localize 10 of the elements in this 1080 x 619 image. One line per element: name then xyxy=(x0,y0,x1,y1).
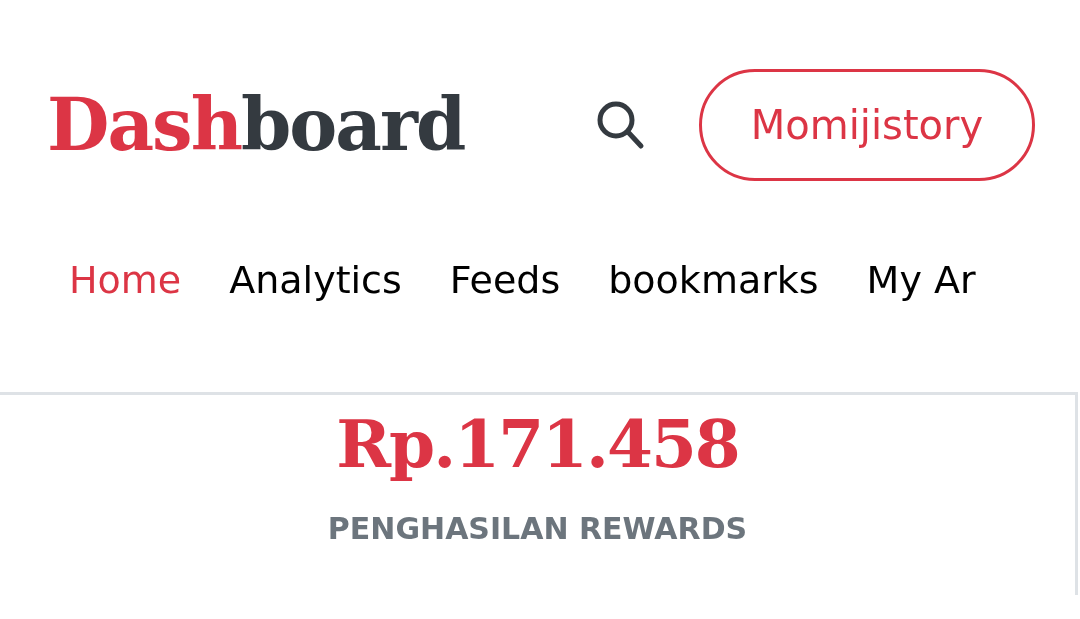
search-icon[interactable] xyxy=(595,99,645,151)
nav-tab[interactable]: Home xyxy=(69,248,182,312)
nav-tab[interactable]: bookmarks xyxy=(608,248,819,312)
nav-tab[interactable]: Feeds xyxy=(449,248,561,312)
nav-tab[interactable]: Analytics xyxy=(229,248,402,312)
dashboard-logo: Dashboard xyxy=(47,89,465,161)
account-button[interactable]: Momijistory xyxy=(699,69,1035,181)
rewards-label: PENGHASILAN REWARDS xyxy=(327,511,748,546)
nav-tab[interactable]: My Ar xyxy=(866,248,976,312)
rewards-amount: Rp.171.458 xyxy=(336,405,739,483)
